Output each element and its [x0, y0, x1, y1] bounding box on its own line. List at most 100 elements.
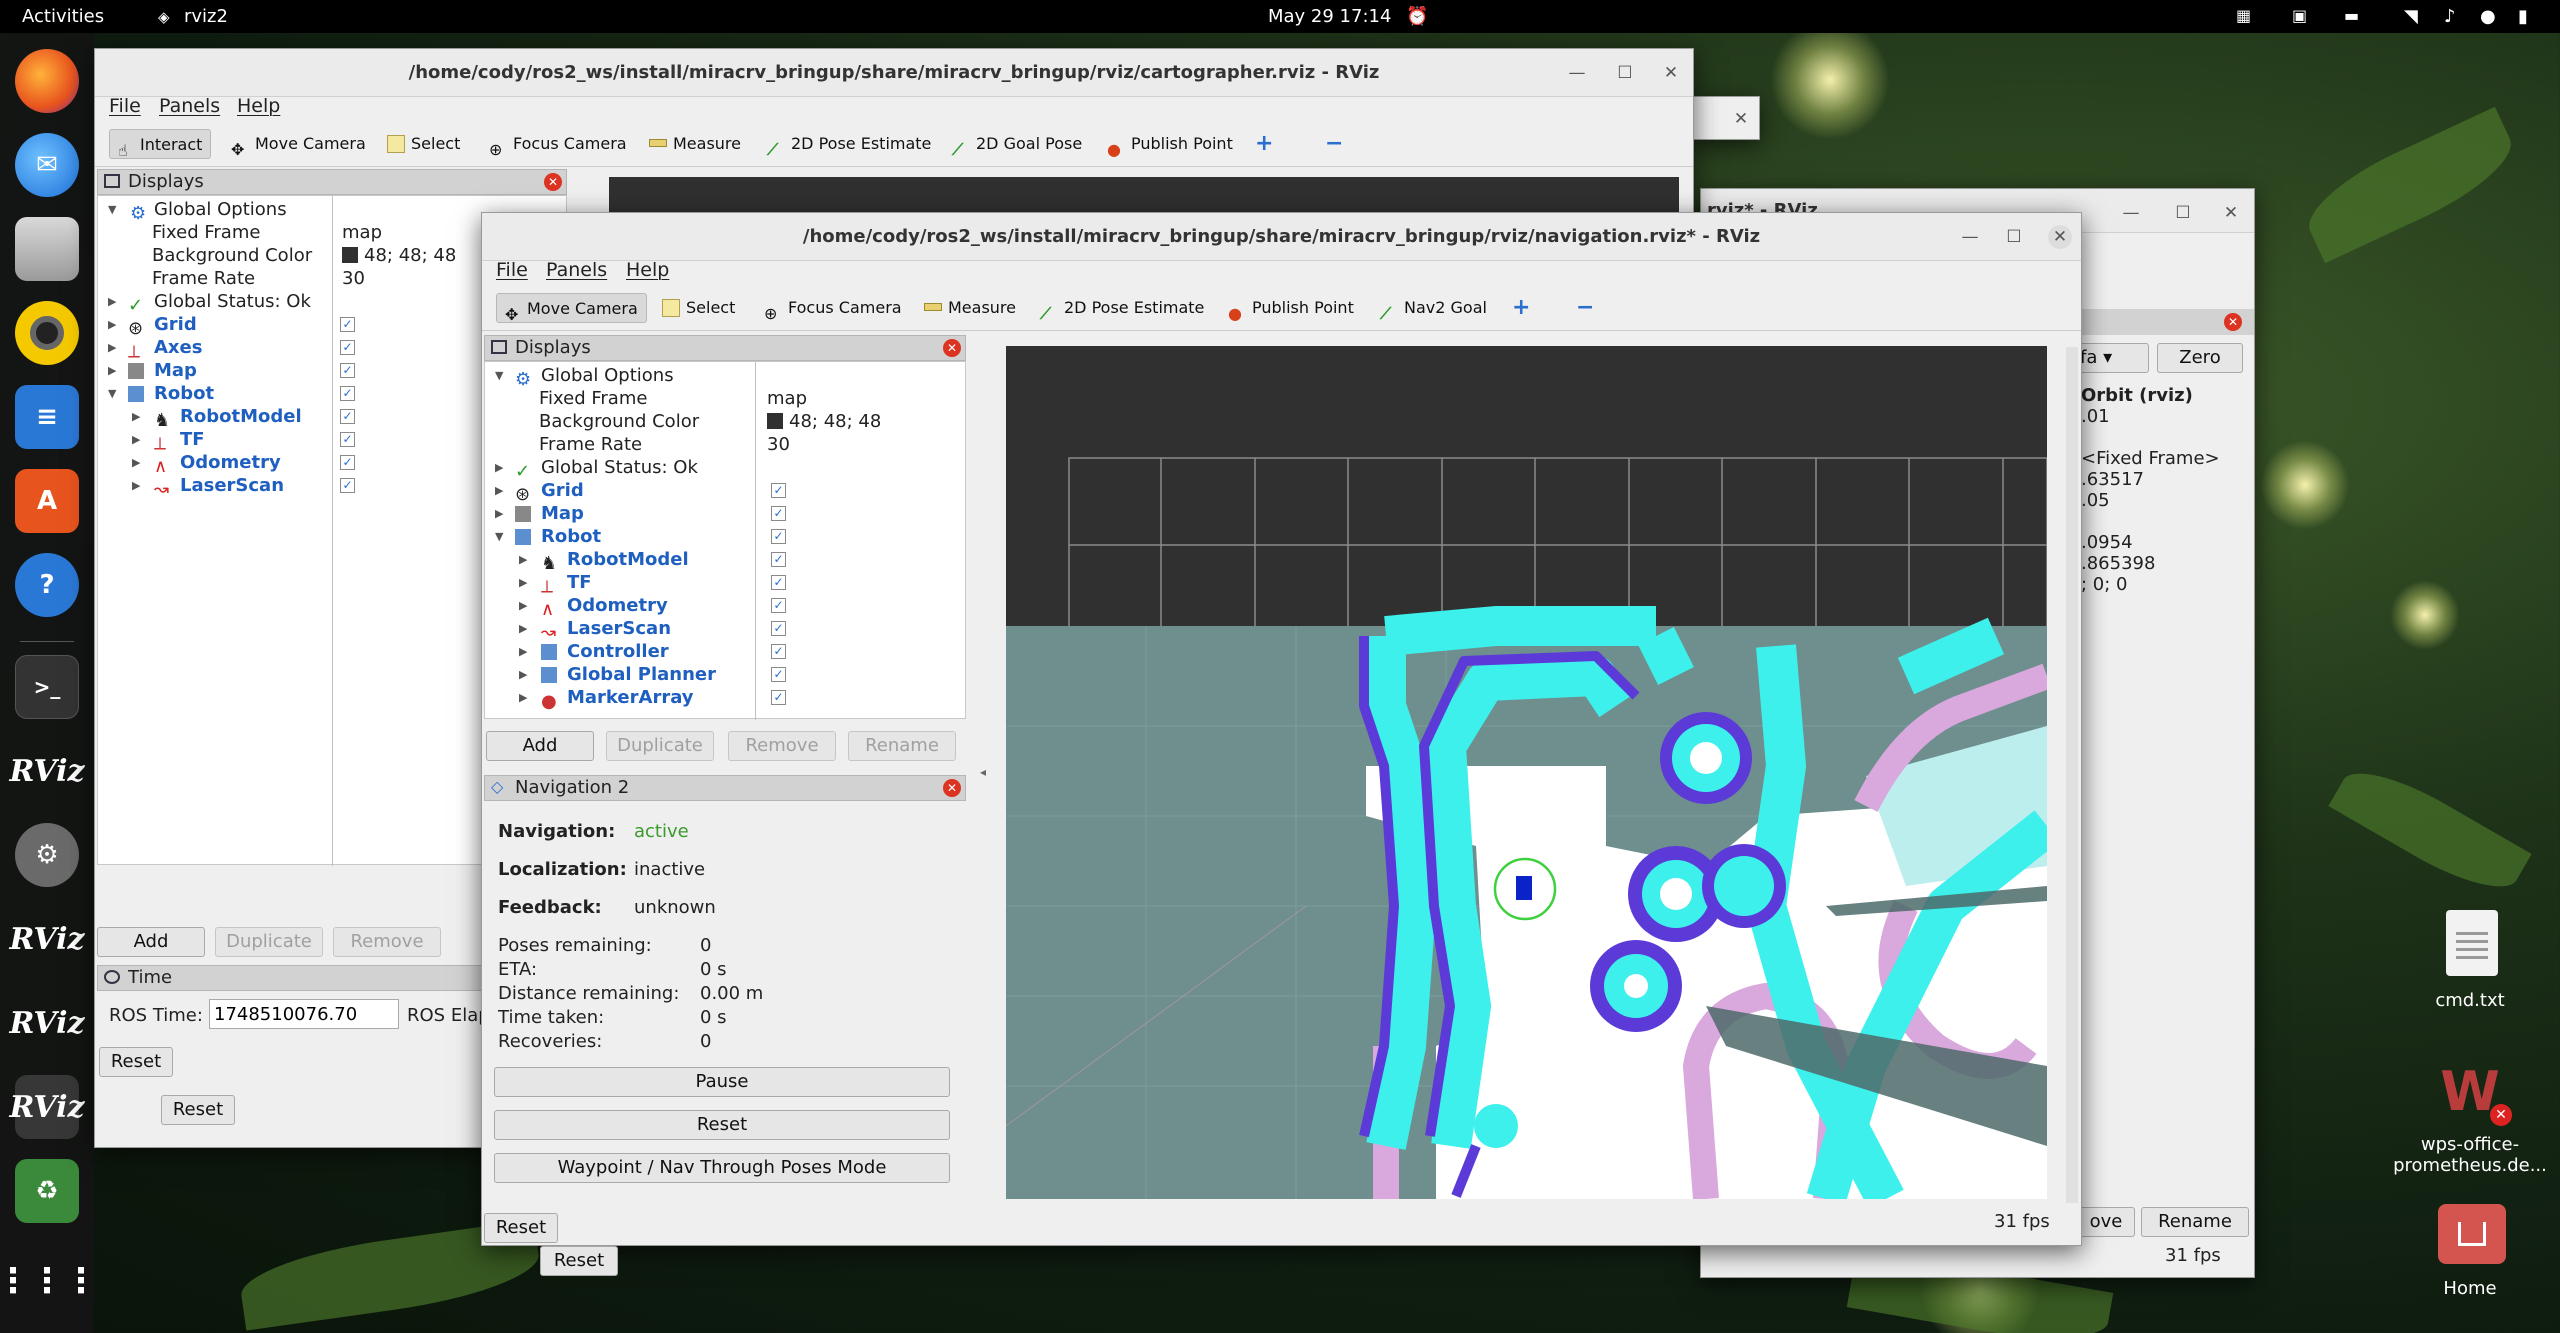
terminal-icon[interactable]: >_: [15, 655, 79, 719]
pause-button[interactable]: Pause: [494, 1067, 950, 1097]
activities-button[interactable]: Activities: [22, 6, 104, 27]
tool-2d-pose-estimate[interactable]: ⟋ 2D Pose Estimate: [1038, 293, 1204, 323]
volume-icon[interactable]: ♪: [2444, 6, 2456, 27]
wifi-icon[interactable]: ◥: [2404, 6, 2418, 27]
battery-icon[interactable]: ▮: [2518, 6, 2528, 27]
remove-display-button[interactable]: Remove: [728, 731, 836, 761]
tool-publish-point[interactable]: ● Publish Point: [1105, 129, 1233, 159]
checkbox[interactable]: ✓: [771, 598, 786, 613]
window-fragment[interactable]: ✕: [1690, 96, 1760, 140]
desktop-home-label[interactable]: Home: [2410, 1278, 2530, 1299]
minimize-button[interactable]: —: [1958, 225, 1982, 249]
checkbox[interactable]: ✓: [771, 690, 786, 705]
zero-button[interactable]: Zero: [2157, 343, 2243, 373]
checkbox[interactable]: ✓: [340, 455, 355, 470]
home-folder-icon[interactable]: [2438, 1204, 2506, 1264]
app-grid-icon[interactable]: ⋮⋮⋮: [0, 1249, 98, 1313]
menu-help[interactable]: Help: [237, 95, 280, 117]
rviz-icon[interactable]: RViz: [9, 739, 84, 803]
rviz-icon[interactable]: RViz: [9, 907, 84, 971]
checkbox[interactable]: ✓: [771, 506, 786, 521]
tool-measure[interactable]: Measure: [647, 129, 741, 159]
minimize-button[interactable]: —: [1565, 61, 1589, 85]
tree-row-robot[interactable]: ▼ Robot ✓: [485, 525, 965, 548]
tool-focus-camera[interactable]: ⊕ Focus Camera: [487, 129, 627, 159]
collapse-left-icon[interactable]: ◂: [980, 765, 986, 779]
menu-help[interactable]: Help: [626, 259, 669, 281]
thunderbird-icon[interactable]: ✉: [15, 133, 79, 197]
tool-publish-point[interactable]: ● Publish Point: [1226, 293, 1354, 323]
tool-move-camera[interactable]: ✥ Move Camera: [229, 129, 366, 159]
tree-row-global-planner[interactable]: ▶ Global Planner ✓: [485, 663, 965, 686]
waypoint-mode-button[interactable]: Waypoint / Nav Through Poses Mode: [494, 1153, 950, 1183]
reset-button[interactable]: Reset: [484, 1213, 558, 1243]
tree-row-global-options[interactable]: ▼ ⚙ Global Options: [485, 364, 965, 390]
checkbox[interactable]: ✓: [771, 667, 786, 682]
clock[interactable]: May 29 17:14: [1268, 6, 1391, 27]
rviz-icon[interactable]: RViz: [9, 991, 84, 1055]
keyboard-icon[interactable]: ▬: [2344, 6, 2359, 25]
add-display-button[interactable]: Add: [486, 731, 594, 761]
tool-measure[interactable]: Measure: [922, 293, 1016, 323]
close-button[interactable]: ✕: [1729, 107, 1753, 131]
file-icon[interactable]: [2430, 910, 2510, 994]
checkbox[interactable]: ✓: [771, 621, 786, 636]
close-button[interactable]: ✕: [2219, 201, 2243, 225]
tree-row-map[interactable]: ▶ Map ✓: [485, 502, 965, 525]
network-icon[interactable]: ▦: [2236, 6, 2251, 25]
desktop-wps-label[interactable]: wps-office- prometheus.de...: [2370, 1134, 2560, 1176]
checkbox[interactable]: ✓: [771, 529, 786, 544]
tree-row-grid[interactable]: ▶ ⊛ Grid ✓: [485, 479, 965, 505]
checkbox[interactable]: ✓: [340, 432, 355, 447]
menu-panels[interactable]: Panels: [159, 95, 220, 117]
remove-display-button[interactable]: Remove: [333, 927, 441, 957]
rhythmbox-icon[interactable]: [15, 301, 79, 365]
maximize-button[interactable]: ☐: [1613, 61, 1637, 85]
tool-2d-pose-estimate[interactable]: ⟋ 2D Pose Estimate: [765, 129, 931, 159]
tree-row-robotmodel[interactable]: ▶ ♞ RobotModel ✓: [485, 548, 965, 574]
microphone-icon[interactable]: ●: [2480, 6, 2496, 27]
checkbox[interactable]: ✓: [771, 552, 786, 567]
firefox-icon[interactable]: [15, 49, 79, 113]
close-panel-icon[interactable]: ✕: [943, 779, 961, 797]
tool-select[interactable]: Select: [660, 293, 735, 323]
menu-panels[interactable]: Panels: [546, 259, 607, 281]
remove-view-button[interactable]: ove: [2077, 1207, 2135, 1237]
add-display-button[interactable]: Add: [97, 927, 205, 957]
rename-view-button[interactable]: Rename: [2141, 1207, 2249, 1237]
reset-button[interactable]: Reset: [540, 1246, 618, 1276]
tree-row-global-status[interactable]: ▶ ✓ Global Status: Ok: [485, 456, 965, 482]
tree-row-frame-rate[interactable]: Frame Rate 30: [485, 433, 965, 456]
ros-time-field[interactable]: [209, 999, 399, 1029]
close-button[interactable]: ✕: [2048, 225, 2072, 249]
tool-focus-camera[interactable]: ⊕ Focus Camera: [762, 293, 902, 323]
close-panel-icon[interactable]: ✕: [943, 339, 961, 357]
tool-nav2-goal[interactable]: ⟋ Nav2 Goal: [1378, 293, 1487, 323]
reset-button[interactable]: Reset: [161, 1095, 235, 1125]
menu-file[interactable]: File: [109, 95, 141, 117]
rename-display-button[interactable]: Rename: [848, 731, 956, 761]
app-indicator-icon[interactable]: ▣: [2292, 6, 2307, 25]
menu-file[interactable]: File: [496, 259, 528, 281]
checkbox[interactable]: ✓: [340, 386, 355, 401]
desktop-file-label[interactable]: cmd.txt: [2400, 990, 2540, 1011]
checkbox[interactable]: ✓: [340, 340, 355, 355]
duplicate-display-button[interactable]: Duplicate: [606, 731, 714, 761]
tree-row-odometry[interactable]: ▶ ∧ Odometry ✓: [485, 594, 965, 620]
right-splitter[interactable]: [2066, 347, 2078, 1203]
add-tool-button[interactable]: +: [1512, 293, 1530, 323]
files-icon[interactable]: [15, 217, 79, 281]
reset-time-button[interactable]: Reset: [99, 1047, 173, 1077]
settings-icon[interactable]: ⚙: [15, 823, 79, 887]
duplicate-display-button[interactable]: Duplicate: [215, 927, 323, 957]
checkbox[interactable]: ✓: [340, 409, 355, 424]
close-panel-icon[interactable]: ✕: [544, 173, 562, 191]
displays-tree[interactable]: ▼ ⚙ Global Options Fixed Frame map Backgrou…: [484, 361, 966, 720]
rviz-icon[interactable]: RViz: [9, 1075, 85, 1139]
help-icon[interactable]: ?: [15, 553, 79, 617]
checkbox[interactable]: ✓: [771, 483, 786, 498]
remove-tool-button[interactable]: −: [1325, 129, 1343, 159]
add-tool-button[interactable]: +: [1255, 129, 1273, 159]
minimize-button[interactable]: —: [2119, 201, 2143, 225]
view-type-dropdown[interactable]: fa ▾: [2071, 343, 2149, 373]
